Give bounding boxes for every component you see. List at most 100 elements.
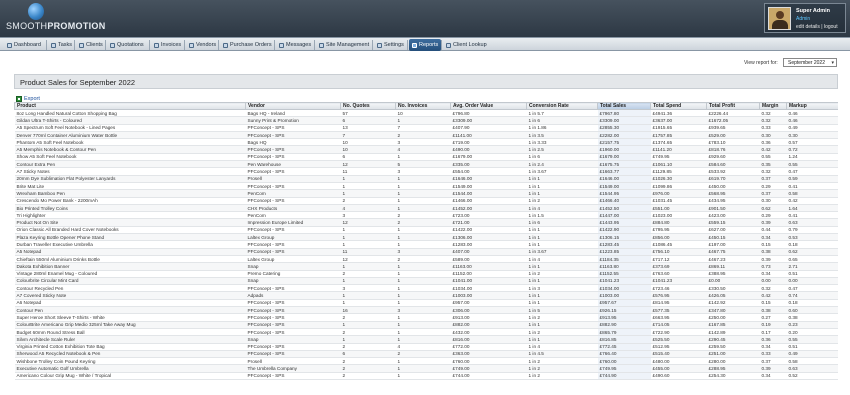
table-row[interactable]: 8oz Long Handled Natural Cotton Shopping… — [14, 109, 838, 118]
table-cell: 1 — [340, 335, 396, 344]
table-cell: £1757.85 — [650, 131, 707, 140]
nav-divider — [274, 40, 275, 50]
table-row[interactable]: A7 Sticky Notes PFConcept - SPS 11 3 £554.00… — [14, 167, 838, 176]
table-cell: £467.23 — [706, 255, 760, 264]
table-cell: 1 — [340, 321, 396, 329]
table-cell: 4 — [395, 145, 451, 154]
nav-tab-clients[interactable]: Clients — [76, 39, 106, 51]
avatar[interactable] — [768, 7, 791, 30]
column-header-avg-order-value[interactable]: Avg. Order Value — [450, 102, 527, 110]
table-row[interactable]: Chieftain 550ml Aluminium Drinks Bottle L… — [14, 255, 838, 264]
table-row[interactable]: Contour Pen PFConcept - SPS 16 3 £306.00 1 in… — [14, 306, 838, 315]
column-header-product[interactable]: Product — [14, 102, 246, 110]
table-row[interactable]: Brite Mat Lite PFConcept - SPS 1 1 £1549.00 1… — [14, 182, 838, 191]
table-row[interactable]: A6 Notepad PFConcept - SPS 1 1 £957.00 1 in 1… — [14, 299, 838, 308]
table-row[interactable]: Crescendo Mo Power Bank - 2200mAh PFConce… — [14, 197, 838, 205]
table-cell: £1031.45 — [650, 197, 707, 205]
table-row[interactable]: Bio Printed Trolley Coins CHX Products 4 1 £… — [14, 204, 838, 213]
table-row[interactable]: A5 Notepad PFConcept - SPS 11 3 £407.00 1 in … — [14, 248, 838, 256]
table-row[interactable]: Plaza Keyring Bottle Opener Phone Stand L… — [14, 233, 838, 242]
table-row[interactable]: Show A5 Soft Feel Notebook PFConcept - SP… — [14, 153, 838, 162]
table-cell: £1306.15 — [597, 233, 651, 242]
table-cell: A5 Memphis Notebook & Contour Pen — [14, 145, 246, 154]
table-cell: 0.36 — [759, 138, 787, 147]
table-cell: 1 — [340, 240, 396, 249]
table-row[interactable]: Tri Highlighter PenCom 3 2 £723.00 1 in 1.5 £1… — [14, 211, 838, 220]
nav-tab-site-management[interactable]: Site Management — [316, 39, 372, 51]
table-row[interactable]: Colourbrite Circular Mint Card Snap 1 1 £104… — [14, 277, 838, 286]
table-row[interactable]: Super Heroe Short Sleeve T-Shirts - Whit… — [14, 313, 838, 322]
quotations-icon — [110, 42, 115, 48]
user-role-link[interactable]: Admin — [796, 16, 810, 22]
table-cell: Orion Classic All Branded Hard Cover Not… — [14, 226, 246, 235]
table-row[interactable]: Product Not On Site Impression Europe Lim… — [14, 218, 838, 227]
table-row[interactable]: A7 Covered Sticky Note Adpads 1 1 £1003.00 1 … — [14, 291, 838, 300]
nav-tab-reports[interactable]: Reports — [409, 39, 442, 51]
column-header-markup[interactable]: Markup — [786, 102, 838, 110]
table-row[interactable]: Americano Colour Grip Mug - White / Trop… — [14, 372, 838, 381]
nav-tab-dashboard[interactable]: Dashboard — [4, 39, 44, 51]
table-cell: 1 — [395, 313, 451, 322]
table-cell: £335.00 — [450, 160, 527, 169]
table-cell: 1 in 4.5 — [526, 350, 598, 359]
table-row[interactable]: Wrexham Bamboo Pen PenCom 1 1 £1544.00 1 in 1… — [14, 189, 838, 198]
table-cell: £490.60 — [650, 372, 707, 381]
column-header-total-sales[interactable]: Total Sales — [597, 102, 651, 110]
column-header-no-quotes[interactable]: No. Quotes — [340, 102, 396, 110]
nav-tab-invoices[interactable]: Invoices — [151, 39, 184, 51]
brand-logo[interactable]: SMOOTHPROMOTION — [6, 2, 116, 35]
table-row[interactable]: ColourBrite Americano Grip Medio 325ml T… — [14, 321, 838, 329]
nav-tab-vendors[interactable]: Vendors — [186, 39, 219, 51]
table-row[interactable]: Virginia Printed Cotton Exhibition Tote … — [14, 343, 838, 351]
table-row[interactable]: A5 Spectrum Soft Feel Notebook - Lined P… — [14, 124, 838, 132]
table-row[interactable]: Executive Automatic Golf Umbrella The Umb… — [14, 364, 838, 373]
table-cell: Budget 60mm Round Stress Ball — [14, 328, 246, 337]
table-row[interactable]: Denver 770ml Container Aluminium Water B… — [14, 131, 838, 140]
table-cell: 0.46 — [786, 116, 838, 125]
table-row[interactable]: Sherwood A5 Recycled Notebook & Pen PFCon… — [14, 350, 838, 359]
table-cell: £568.95 — [706, 189, 760, 198]
nav-divider — [105, 40, 106, 50]
table-row[interactable]: Durban Traveller Executive Umbrella PFCon… — [14, 240, 838, 249]
nav-tab-tasks[interactable]: Tasks — [48, 39, 75, 51]
user-account-links[interactable]: edit details | logout — [796, 24, 838, 30]
table-row[interactable]: Gildan Ultra T-Shirts - Coloured Sunny Pr… — [14, 116, 838, 125]
table-cell: 0.30 — [759, 131, 787, 140]
table-row[interactable]: Budget 60mm Round Stress Ball PFConcept -… — [14, 328, 838, 337]
column-header-no-invoices[interactable]: No. Invoices — [395, 102, 451, 110]
nav-tab-quotations[interactable]: Quotations — [107, 39, 147, 51]
table-cell: Virginia Printed Cotton Exhibition Tote … — [14, 343, 246, 351]
table-row[interactable]: Wishbone Trolley Coin Pound Keyring Prose… — [14, 357, 838, 366]
table-cell: £865.79 — [597, 328, 651, 337]
table-row[interactable]: Contour Recycled Pen PFConcept - SPS 3 1 £10… — [14, 284, 838, 293]
table-cell: 6 — [340, 116, 396, 125]
table-row[interactable]: A5 Memphis Notebook & Contour Pen PFConce… — [14, 145, 838, 154]
table-cell: PFConcept - SPS — [245, 131, 341, 140]
nav-tab-messages[interactable]: Messages — [276, 39, 314, 51]
table-row[interactable]: Silvm Architecle Scale Ruler Snap 1 1 £816.0… — [14, 335, 838, 344]
nav-divider — [46, 40, 47, 50]
column-header-total-spend[interactable]: Total Spend — [650, 102, 707, 110]
table-row[interactable]: Contour Extra Pen Pen Warehouse 12 5 £335.00… — [14, 160, 838, 169]
table-cell: 1 in 4 — [526, 255, 598, 264]
table-row[interactable]: Dakota Exhibition Banner Snap 1 1 £1163.00 1 … — [14, 262, 838, 271]
table-cell: £290.45 — [706, 335, 760, 344]
messages-icon — [279, 42, 284, 48]
report-period-select[interactable]: September 2022 ▾ — [783, 58, 837, 67]
column-header-vendor[interactable]: Vendor — [245, 102, 341, 110]
column-header-margin[interactable]: Margin — [759, 102, 787, 110]
table-cell: 0.34 — [759, 372, 787, 381]
table-row[interactable]: Vintage 280ml Enamel Mug - Coloured Premo… — [14, 270, 838, 278]
table-row[interactable]: 20mm Dye Sublimation Flat Polyester Lany… — [14, 175, 838, 183]
table-row[interactable]: Phantom A5 Soft Feel Notebook Bags HQ 10 3 £… — [14, 138, 838, 147]
nav-tab-client-lookup[interactable]: Client Lookup — [443, 39, 490, 51]
table-row[interactable]: Orion Classic All Branded Hard Cover Not… — [14, 226, 838, 235]
nav-tab-settings[interactable]: Settings — [374, 39, 407, 51]
table-cell: 0.41 — [786, 182, 838, 191]
column-header-total-profit[interactable]: Total Profit — [706, 102, 760, 110]
nav-tab-purchase-orders[interactable]: Purchase Orders — [220, 39, 275, 51]
table-cell: 1 — [395, 277, 451, 286]
table-cell: ColourBrite Americano Grip Medio 325ml T… — [14, 321, 246, 329]
table-cell: 2 — [395, 211, 451, 220]
column-header-conversion-rate[interactable]: Conversion Rate — [526, 102, 598, 110]
